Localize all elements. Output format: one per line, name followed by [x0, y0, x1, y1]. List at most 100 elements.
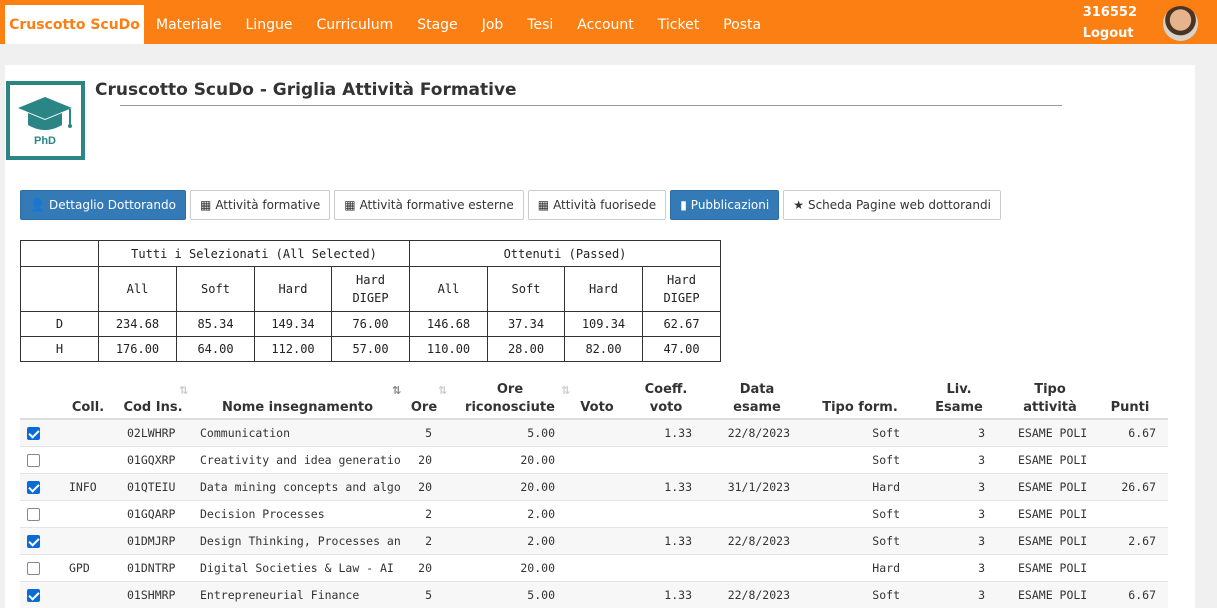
cell-coll: INFO — [69, 480, 97, 494]
cell-liv: 3 — [978, 507, 985, 521]
summary-cell: 82.00 — [564, 336, 643, 362]
cell-cod: 01GQARP — [127, 507, 176, 521]
col-header-voto[interactable]: Voto — [576, 399, 618, 417]
col-header-cod[interactable]: Cod Ins. — [120, 399, 186, 417]
row-checkbox[interactable] — [27, 481, 40, 494]
summary-col-header: Soft — [487, 266, 565, 312]
nav-item-tesi[interactable]: Tesi — [515, 0, 565, 44]
cell-coeff: 1.33 — [664, 480, 692, 494]
logout-link[interactable]: Logout — [1083, 23, 1137, 44]
row-checkbox[interactable] — [27, 427, 40, 440]
cell-nome: Digital Societies & Law - AI — [200, 561, 394, 575]
cell-data: 22/8/2023 — [727, 426, 790, 440]
cell-cod: 02LWHRP — [127, 426, 176, 440]
summary-cell: 112.00 — [254, 336, 332, 362]
summary-cell: 110.00 — [409, 336, 488, 362]
tab-label: Scheda Pagine web dottorandi — [807, 198, 991, 212]
tab-attivita-formative[interactable]: ▦ Attività formative — [189, 190, 331, 220]
tab-pubblicazioni[interactable]: ▮ Pubblicazioni — [670, 190, 780, 220]
summary-cell: 234.68 — [98, 311, 177, 337]
cell-ore: 20 — [418, 453, 432, 467]
row-checkbox[interactable] — [27, 535, 40, 548]
summary-row-d: D 234.68 85.34 149.34 76.00 146.68 37.34… — [20, 311, 721, 337]
user-id: 316552 — [1082, 5, 1137, 20]
tab-label: Attività formative — [215, 198, 321, 212]
sort-icon[interactable]: ⇅ — [179, 384, 188, 397]
summary-cell: 146.68 — [409, 311, 488, 337]
col-header-liv[interactable]: Liv. Esame — [930, 381, 988, 417]
table-row: GPD 01DNTRP Digital Societies & Law - AI… — [20, 555, 1168, 582]
cell-liv: 3 — [978, 426, 985, 440]
nav-item-ticket[interactable]: Ticket — [646, 0, 711, 44]
col-header-nome[interactable]: Nome insegnamento — [210, 399, 385, 417]
summary-cell: 28.00 — [487, 336, 565, 362]
summary-cell: 76.00 — [331, 311, 410, 337]
summary-table: Tutti i Selezionati (All Selected) Otten… — [20, 240, 721, 362]
cell-tipo-form: Soft — [872, 534, 900, 548]
cell-cod: 01DMJRP — [127, 534, 176, 548]
activities-table-header: Coll. Cod Ins. ⇅ Nome insegnamento ⇅ Ore… — [20, 378, 1168, 420]
summary-group-passed: Ottenuti (Passed) — [409, 240, 721, 267]
cell-coeff: 1.33 — [664, 426, 692, 440]
summary-cell: 62.67 — [642, 311, 721, 337]
row-checkbox[interactable] — [27, 454, 40, 467]
col-header-ore-riconosciute[interactable]: Ore riconosciute — [460, 381, 560, 417]
nav-item-posta[interactable]: Posta — [711, 0, 773, 44]
phd-logo: PhD — [6, 81, 85, 160]
cell-data: 31/1/2023 — [727, 480, 790, 494]
col-header-ore[interactable]: Ore — [408, 399, 440, 417]
cell-ore-ric: 2.00 — [527, 507, 555, 521]
cell-liv: 3 — [978, 561, 985, 575]
tab-attivita-fuorisede[interactable]: ▦ Attività fuorisede — [527, 190, 667, 220]
cell-ore: 20 — [418, 561, 432, 575]
nav-item-curriculum[interactable]: Curriculum — [304, 0, 405, 44]
user-box: 316552 Logout — [1083, 2, 1137, 44]
cell-liv: 3 — [978, 588, 985, 602]
col-header-punti[interactable]: Punti — [1105, 399, 1155, 417]
col-header-tipo-form[interactable]: Tipo form. — [818, 399, 902, 417]
summary-cell: 85.34 — [176, 311, 255, 337]
col-header-data[interactable]: Data esame — [723, 381, 791, 417]
tab-attivita-formative-esterne[interactable]: ▦ Attività formative esterne — [334, 190, 524, 220]
tab-dettaglio-dottorando[interactable]: 👤 Dettaglio Dottorando — [20, 190, 186, 220]
col-header-tipo-attivita[interactable]: Tipo attività — [1010, 381, 1090, 417]
nav-item-materiale[interactable]: Materiale — [144, 0, 234, 44]
cell-ore-ric: 20.00 — [520, 480, 555, 494]
tab-scheda-pagine-web[interactable]: ★ Scheda Pagine web dottorandi — [783, 190, 1001, 220]
cell-punti: 26.67 — [1121, 480, 1156, 494]
cell-cod: 01SHMRP — [127, 588, 176, 602]
summary-col-header: Hard — [564, 266, 643, 312]
cell-tipo-form: Hard — [872, 561, 900, 575]
summary-col-header: Hard DIGEP — [331, 266, 410, 312]
cell-coll: GPD — [69, 561, 90, 575]
cell-nome: Data mining concepts and algo… — [200, 480, 400, 494]
col-header-coll[interactable]: Coll. — [68, 399, 108, 417]
nav-item-stage[interactable]: Stage — [405, 0, 469, 44]
cell-punti: 2.67 — [1128, 534, 1156, 548]
nav-item-account[interactable]: Account — [565, 0, 646, 44]
row-checkbox[interactable] — [27, 589, 40, 602]
logo-text: PhD — [34, 135, 56, 147]
col-header-coeff[interactable]: Coeff. voto — [638, 381, 694, 417]
cell-tipo-form: Hard — [872, 480, 900, 494]
summary-cell: 109.34 — [564, 311, 643, 337]
nav-brand[interactable]: Cruscotto ScuDo — [5, 5, 144, 44]
sort-icon[interactable]: ⇅ — [438, 384, 447, 397]
nav-item-job[interactable]: Job — [470, 0, 516, 44]
cell-tipo-att: ESAME POLI — [1018, 480, 1088, 494]
cell-nome: Design Thinking, Processes an… — [200, 534, 400, 548]
row-checkbox[interactable] — [27, 562, 40, 575]
row-checkbox[interactable] — [27, 508, 40, 521]
sort-icon[interactable]: ⇅ — [561, 384, 570, 397]
cell-tipo-att: ESAME POLI — [1018, 561, 1088, 575]
cell-nome: Entrepreneurial Finance — [200, 588, 360, 602]
cell-nome: Communication — [200, 426, 291, 440]
grid-icon: ▦ — [344, 198, 356, 212]
avatar[interactable] — [1163, 6, 1198, 41]
sort-asc-icon[interactable]: ⇅ — [392, 384, 401, 397]
table-row: 01DMJRP Design Thinking, Processes an… 2… — [20, 528, 1168, 555]
cell-cod: 01GQXRP — [127, 453, 176, 467]
table-row: 02LWHRP Communication 5 5.00 1.33 22/8/2… — [20, 420, 1168, 447]
grid-icon: ▦ — [199, 198, 212, 212]
nav-item-lingue[interactable]: Lingue — [234, 0, 305, 44]
